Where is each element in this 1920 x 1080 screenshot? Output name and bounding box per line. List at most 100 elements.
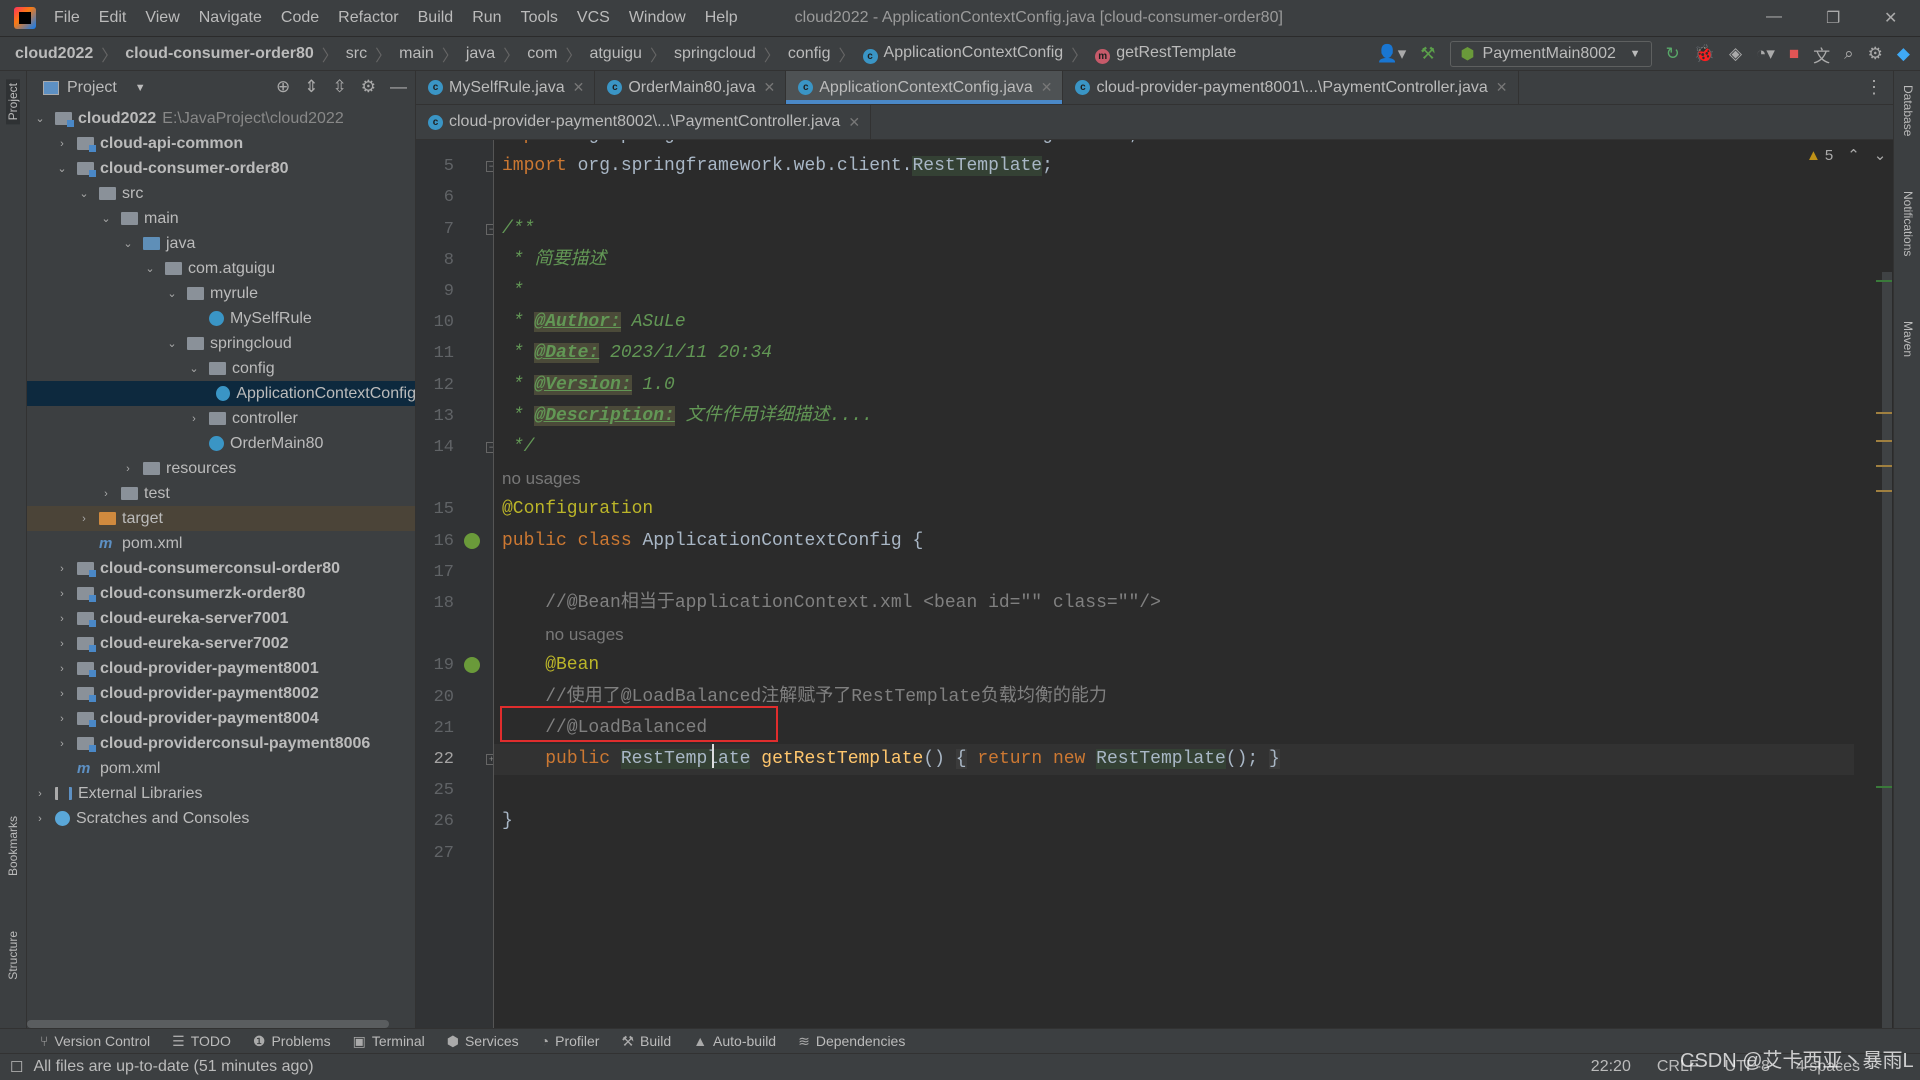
tree-item[interactable]: › cloud-eureka-server7002 (27, 631, 415, 656)
restore-button[interactable]: ❐ (1826, 8, 1840, 28)
tree-item[interactable]: ApplicationContextConfig (27, 381, 415, 406)
tree-item[interactable]: › cloud-consumerzk-order80 (27, 581, 415, 606)
gear-icon[interactable]: ⚙ (361, 77, 376, 97)
close-icon[interactable]: ✕ (1496, 79, 1508, 96)
editor-tab[interactable]: c OrderMain80.java ✕ (595, 71, 787, 104)
bookmarks-tool-button[interactable]: Bookmarks (6, 816, 20, 876)
breadcrumb-item[interactable]: atguigu (589, 45, 642, 63)
collapse-all-icon[interactable]: ⇳ (333, 77, 347, 97)
chevron-right-icon[interactable]: › (77, 513, 91, 525)
maven-tool-button[interactable]: Maven (1901, 321, 1915, 357)
chevron-right-icon[interactable]: › (55, 713, 69, 725)
project-tool-button[interactable]: Project (6, 79, 20, 125)
close-icon[interactable]: ✕ (764, 79, 776, 96)
tree-item[interactable]: ⌄ src (27, 181, 415, 206)
tree-item[interactable]: › cloud-provider-payment8001 (27, 656, 415, 681)
breadcrumb-item[interactable]: m getRestTemplate (1095, 44, 1236, 64)
tree-item[interactable]: › test (27, 481, 415, 506)
breadcrumb-item[interactable]: config (788, 45, 831, 63)
fold-marker-icon[interactable]: − (486, 223, 493, 235)
chevron-down-icon[interactable]: ▼ (135, 82, 146, 94)
chevron-right-icon[interactable]: › (55, 613, 69, 625)
chevron-down-icon[interactable]: ⌄ (99, 212, 113, 225)
tool-version-control[interactable]: ⑂ Version Control (40, 1033, 150, 1049)
tree-item[interactable]: MySelfRule (27, 306, 415, 331)
menu-navigate[interactable]: Navigate (199, 9, 262, 27)
gear-icon[interactable]: ⚙ (1868, 44, 1883, 64)
chevron-right-icon[interactable]: › (121, 463, 135, 475)
tree-item[interactable]: › cloud-provider-payment8002 (27, 681, 415, 706)
tree-item[interactable]: › cloud-consumerconsul-order80 (27, 556, 415, 581)
menu-help[interactable]: Help (705, 9, 738, 27)
tree-item[interactable]: ⌄ cloud-consumer-order80 (27, 156, 415, 181)
chevron-down-icon[interactable]: ⌄ (165, 287, 179, 300)
chevron-right-icon[interactable]: › (187, 413, 201, 425)
close-icon[interactable]: ✕ (848, 114, 860, 131)
database-tool-button[interactable]: Database (1901, 85, 1915, 136)
tree-item[interactable]: › target (27, 506, 415, 531)
locate-icon[interactable]: ⊕ (276, 77, 290, 97)
code-editor[interactable]: importorg.springframework.context.annota… (494, 140, 1893, 1028)
rerun-icon[interactable]: ↻ (1666, 44, 1680, 64)
editor-tab[interactable]: c ApplicationContextConfig.java ✕ (786, 71, 1064, 104)
chevron-down-icon[interactable]: ⌄ (121, 237, 135, 250)
build-hammer-icon[interactable]: ⚒ (1420, 44, 1435, 64)
tree-item[interactable]: ⌄ com.atguigu (27, 256, 415, 281)
notifications-tool-button[interactable]: Notifications (1901, 191, 1915, 256)
project-panel-title[interactable]: Project (67, 79, 117, 97)
breadcrumb-item[interactable]: src (346, 45, 367, 63)
chevron-right-icon[interactable]: › (55, 563, 69, 575)
tree-item[interactable]: › cloud-api-common (27, 131, 415, 156)
tool-dependencies[interactable]: ≋ Dependencies (798, 1033, 905, 1050)
tree-item[interactable]: ⌄ cloud2022 E:\JavaProject\cloud2022 (27, 106, 415, 131)
breadcrumb-item[interactable]: main (399, 45, 434, 63)
chevron-right-icon[interactable]: › (55, 738, 69, 750)
plugin-logo-icon[interactable]: ◆ (1897, 44, 1910, 64)
chevron-right-icon[interactable]: › (33, 813, 47, 825)
menu-code[interactable]: Code (281, 9, 319, 27)
chevron-down-icon[interactable]: ⌄ (77, 187, 91, 200)
stop-icon[interactable]: ■ (1789, 44, 1799, 64)
chevron-down-icon[interactable]: ⌄ (33, 112, 47, 125)
breadcrumb-item[interactable]: springcloud (674, 45, 756, 63)
menu-build[interactable]: Build (418, 9, 454, 27)
breadcrumb-item[interactable]: java (466, 45, 495, 63)
inlay-hint[interactable]: no usages (502, 463, 580, 494)
spring-bean-icon[interactable] (464, 657, 480, 674)
tree-item[interactable]: › Scratches and Consoles (27, 806, 415, 831)
debug-icon[interactable]: 🐞 (1694, 44, 1715, 64)
editor-scrollbar[interactable] (1882, 272, 1892, 1028)
tree-item[interactable]: ⌄ main (27, 206, 415, 231)
tree-item[interactable]: › controller (27, 406, 415, 431)
chevron-right-icon[interactable]: › (55, 588, 69, 600)
expand-all-icon[interactable]: ⇕ (304, 77, 318, 97)
close-icon[interactable]: ✕ (1041, 79, 1053, 96)
tree-item[interactable]: › resources (27, 456, 415, 481)
tree-item[interactable]: m pom.xml (27, 756, 415, 781)
menu-refactor[interactable]: Refactor (338, 9, 398, 27)
horizontal-scrollbar[interactable] (27, 1020, 389, 1028)
breadcrumb-item[interactable]: com (527, 45, 557, 63)
chevron-right-icon[interactable]: › (55, 138, 69, 150)
fold-marker-icon[interactable]: + (486, 754, 493, 765)
chevron-right-icon[interactable]: › (55, 663, 69, 675)
close-icon[interactable]: ✕ (573, 79, 585, 96)
hide-icon[interactable]: — (390, 77, 407, 97)
structure-tool-button[interactable]: Structure (6, 931, 20, 980)
tree-item[interactable]: › cloud-providerconsul-payment8006 (27, 731, 415, 756)
tree-item[interactable]: ⌄ config (27, 356, 415, 381)
tool-services[interactable]: ⬢ Services (447, 1033, 519, 1050)
caret-position[interactable]: 22:20 (1591, 1058, 1631, 1076)
minimize-button[interactable]: — (1766, 8, 1782, 26)
breadcrumb-item[interactable]: c ApplicationContextConfig (862, 44, 1063, 64)
tree-item[interactable]: m pom.xml (27, 531, 415, 556)
tool-todo[interactable]: ☰ TODO (172, 1033, 231, 1050)
spring-bean-icon[interactable] (464, 532, 480, 549)
run-configuration-select[interactable]: ⬢ PaymentMain8002 ▼ (1449, 41, 1652, 67)
next-highlight-icon[interactable]: ⌄ (1874, 146, 1887, 164)
fold-marker-icon[interactable]: − (486, 442, 493, 453)
chevron-down-icon[interactable]: ⌄ (165, 337, 179, 350)
editor-tab[interactable]: c MySelfRule.java ✕ (416, 71, 596, 104)
tool-auto-build[interactable]: ▲ Auto-build (693, 1033, 776, 1049)
chevron-right-icon[interactable]: › (99, 488, 113, 500)
